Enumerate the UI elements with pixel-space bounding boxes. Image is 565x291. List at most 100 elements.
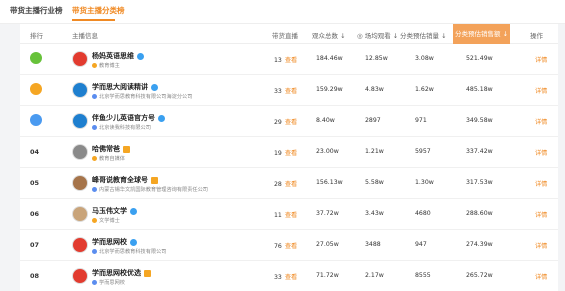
view-streams-link[interactable]: 查看 — [285, 119, 297, 126]
est-sales-amount-cell: 337.42w — [466, 148, 493, 155]
viewers-cell: 156.13w — [316, 179, 343, 186]
anchor-subtitle: 教育自媒体 — [92, 155, 125, 162]
anchor-name[interactable]: 峰哥说教育全球号 — [92, 175, 158, 185]
verified-icon — [144, 269, 151, 277]
tab-industry-ranking[interactable]: 带货主播行业榜 — [10, 5, 63, 16]
anchor-name[interactable]: 杨妈英语思维 — [92, 51, 144, 61]
header-avg-viewers[interactable]: ◎ 场均观看 ↓ — [357, 30, 398, 40]
header-action: 操作 — [530, 32, 543, 40]
header-anchor: 主播信息 — [72, 32, 98, 40]
detail-link[interactable]: 详情 — [535, 117, 547, 126]
viewers-cell: 71.72w — [316, 272, 339, 279]
verified-icon — [130, 207, 137, 215]
view-streams-link[interactable]: 查看 — [285, 274, 297, 281]
view-streams-link[interactable]: 查看 — [285, 243, 297, 250]
category-tabs: 带货主播行业榜 带货主播分类榜 — [0, 0, 565, 24]
viewers-cell: 27.05w — [316, 241, 339, 248]
viewers-cell: 8.40w — [316, 117, 335, 124]
viewers-cell: 37.72w — [316, 210, 339, 217]
avg-viewers-cell: 5.58w — [365, 179, 384, 186]
anchor-name[interactable]: 伴鱼少儿英语官方号 — [92, 113, 165, 123]
est-sales-amount-cell: 288.60w — [466, 210, 493, 217]
verification-type-icon — [92, 218, 97, 223]
anchor-name[interactable]: 马玉伟文学 — [92, 206, 137, 216]
avatar[interactable] — [72, 51, 88, 67]
verification-type-icon — [92, 94, 97, 99]
verification-type-icon — [92, 280, 97, 285]
header-est-sales-amount[interactable]: 分类预估销售额 ↓ — [453, 24, 511, 44]
rank-number: 08 — [30, 272, 40, 280]
avg-viewers-cell: 4.83w — [365, 86, 384, 93]
streams-cell: 19 查看 — [274, 150, 298, 157]
anchor-subtitle: 学而思网校 — [92, 279, 125, 286]
anchor-subtitle: 北京学而思教育科技有限公司 — [92, 248, 166, 255]
est-sales-amount-cell: 485.18w — [466, 86, 493, 93]
detail-link[interactable]: 详情 — [535, 272, 547, 281]
verification-type-icon — [92, 156, 97, 161]
est-sales-amount-cell: 274.39w — [466, 241, 493, 248]
verified-icon — [137, 52, 144, 60]
detail-link[interactable]: 详情 — [535, 241, 547, 250]
verified-icon — [130, 238, 137, 246]
table-row: 伴鱼少儿英语官方号 北京读我科技有限公司 29 查看 8.40w 2897 971… — [20, 106, 558, 137]
view-streams-link[interactable]: 查看 — [285, 57, 297, 64]
anchor-name[interactable]: 哈佛常爸 — [92, 144, 130, 154]
est-sales-amount-cell: 521.49w — [466, 55, 493, 62]
est-sales-cell: 5957 — [415, 148, 431, 155]
avatar[interactable] — [72, 268, 88, 284]
table-row: 06 马玉伟文学 文学博士 11 查看 37.72w 3.43w 4680 288… — [20, 199, 558, 230]
streams-cell: 13 查看 — [274, 57, 298, 64]
est-sales-amount-cell: 317.53w — [466, 179, 493, 186]
rank-number: 05 — [30, 179, 40, 187]
verified-icon — [151, 176, 158, 184]
verification-type-icon — [92, 249, 97, 254]
streams-cell: 33 查看 — [274, 88, 298, 95]
tab-category-ranking[interactable]: 带货主播分类榜 — [72, 5, 125, 16]
table-row: 05 峰哥说教育全球号 内蒙古锡华文凯国际教育管理咨询有限责任公司 28 查看 1… — [20, 168, 558, 199]
avg-viewers-cell: 3488 — [365, 241, 381, 248]
avatar[interactable] — [72, 237, 88, 253]
header-viewers[interactable]: 观众总数 ↓ — [312, 30, 346, 40]
detail-link[interactable]: 详情 — [535, 55, 547, 64]
view-streams-link[interactable]: 查看 — [285, 88, 297, 95]
est-sales-amount-cell: 349.58w — [466, 117, 493, 124]
est-sales-amount-cell: 265.72w — [466, 272, 493, 279]
rank-number: 06 — [30, 210, 40, 218]
avatar[interactable] — [72, 113, 88, 129]
est-sales-cell: 3.08w — [415, 55, 434, 62]
anchor-name[interactable]: 学而思大阅读精讲 — [92, 82, 158, 92]
anchor-subtitle: 文学博士 — [92, 217, 120, 224]
est-sales-cell: 4680 — [415, 210, 431, 217]
avg-viewers-cell: 2.17w — [365, 272, 384, 279]
est-sales-cell: 8555 — [415, 272, 431, 279]
avatar[interactable] — [72, 144, 88, 160]
streams-cell: 11 查看 — [274, 212, 298, 219]
anchor-name[interactable]: 学而思网校优选 — [92, 268, 151, 278]
table-row: 杨妈英语思维 教育博主 13 查看 184.46w 12.85w 3.08w 52… — [20, 44, 558, 75]
anchor-name[interactable]: 学而思网校 — [92, 237, 137, 247]
avatar[interactable] — [72, 82, 88, 98]
viewers-cell: 184.46w — [316, 55, 343, 62]
detail-link[interactable]: 详情 — [535, 210, 547, 219]
verification-type-icon — [92, 63, 97, 68]
anchor-subtitle: 内蒙古锡华文凯国际教育管理咨询有限责任公司 — [92, 186, 208, 193]
view-streams-link[interactable]: 查看 — [285, 150, 297, 157]
avatar[interactable] — [72, 206, 88, 222]
streams-cell: 33 查看 — [274, 274, 298, 281]
streams-cell: 76 查看 — [274, 243, 298, 250]
detail-link[interactable]: 详情 — [535, 86, 547, 95]
anchor-subtitle: 北京学而思教育科技有限公司海淀分公司 — [92, 93, 192, 100]
detail-link[interactable]: 详情 — [535, 148, 547, 157]
avg-viewers-cell: 12.85w — [365, 55, 388, 62]
table-row: 07 学而思网校 北京学而思教育科技有限公司 76 查看 27.05w 3488 … — [20, 230, 558, 261]
detail-link[interactable]: 详情 — [535, 179, 547, 188]
verified-icon — [151, 83, 158, 91]
est-sales-cell: 947 — [415, 241, 427, 248]
streams-cell: 29 查看 — [274, 119, 298, 126]
avg-viewers-cell: 1.21w — [365, 148, 384, 155]
view-streams-link[interactable]: 查看 — [285, 181, 297, 188]
avatar[interactable] — [72, 175, 88, 191]
header-est-sales[interactable]: 分类预估销量 ↓ — [400, 30, 447, 40]
view-streams-link[interactable]: 查看 — [285, 212, 297, 219]
est-sales-cell: 971 — [415, 117, 427, 124]
